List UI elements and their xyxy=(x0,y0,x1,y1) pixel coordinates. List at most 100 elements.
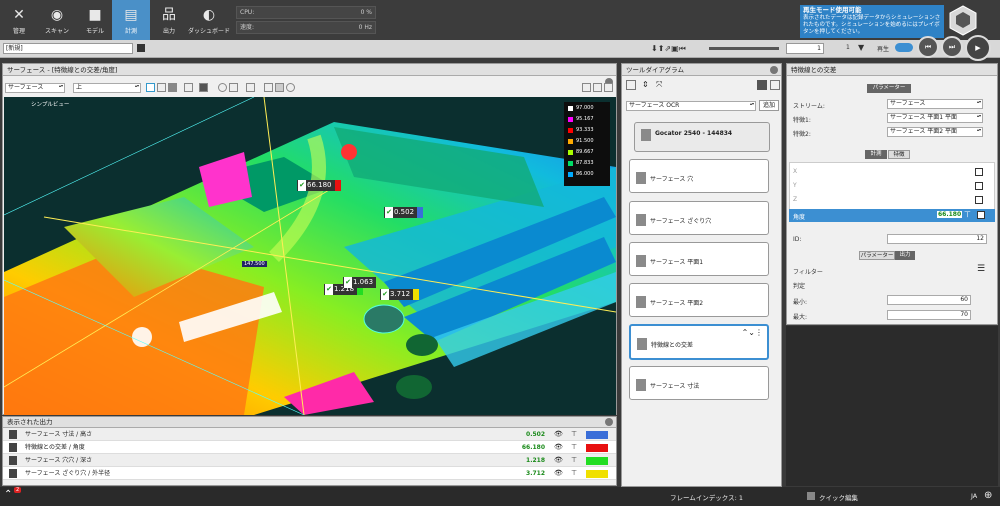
feature1-select[interactable]: サーフェース 平面1 平面 xyxy=(887,113,983,123)
pin-icon[interactable]: ⊤ xyxy=(571,441,577,454)
collapse-all-icon[interactable]: ⤧ xyxy=(656,80,662,90)
color-swatch[interactable] xyxy=(586,431,608,439)
heightmap-icon[interactable] xyxy=(146,83,155,92)
globe-icon[interactable]: ⊕ xyxy=(984,490,992,501)
quick-edit-checkbox[interactable] xyxy=(807,492,815,500)
save-icon[interactable] xyxy=(137,44,145,52)
eye-icon[interactable]: 👁 xyxy=(554,441,563,454)
settings-icon[interactable] xyxy=(229,83,238,92)
tool-node-selected[interactable]: 特徴線との交差 ⌃⌄⋮ xyxy=(629,324,769,360)
tab-parameters[interactable]: パラメーター xyxy=(867,84,911,93)
color-swatch[interactable] xyxy=(586,444,608,452)
job-select[interactable]: [新規] xyxy=(3,43,133,54)
frame-input[interactable]: 1 xyxy=(786,43,824,54)
rotate-icon[interactable] xyxy=(218,83,227,92)
toolbar-manage[interactable]: ✕ 管理 xyxy=(0,0,38,40)
z-checkbox[interactable] xyxy=(975,196,983,204)
viewer-view-select[interactable]: 上 xyxy=(73,83,141,93)
3d-icon[interactable] xyxy=(199,83,208,92)
measurement-angle[interactable]: ✔ 66.180 xyxy=(297,180,341,191)
output-row[interactable]: 特徴線との交差 / 角度 66.180 👁 ⊤ xyxy=(3,441,616,454)
rewind-icon[interactable]: ⏮ xyxy=(679,44,686,53)
collapse-icon[interactable] xyxy=(770,66,778,74)
play-button[interactable]: ▶ xyxy=(965,35,991,61)
profile-icon[interactable] xyxy=(246,83,255,92)
job-actions[interactable]: ⬇⬆⇗▣⏮ xyxy=(651,43,711,54)
max-input[interactable]: 70 xyxy=(887,310,971,320)
legend-entry: 93.333 xyxy=(564,125,610,135)
tool-node[interactable]: サーフェース 穴 xyxy=(629,159,769,193)
tool-source-select[interactable]: サーフェース OCR xyxy=(626,101,756,111)
hand-icon[interactable] xyxy=(264,83,273,92)
tab-feature[interactable]: 特徴 xyxy=(888,150,910,159)
step-back-button[interactable]: ⏮ xyxy=(917,36,939,58)
grid-icon[interactable] xyxy=(184,83,193,92)
feature2-select[interactable]: サーフェース 平面2 平面 xyxy=(887,127,983,137)
sensor-node[interactable]: Gocator 2540 - 144834 xyxy=(634,122,770,152)
min-input[interactable]: 60 xyxy=(887,295,971,305)
tool-icon xyxy=(637,338,647,350)
chevron-up-icon[interactable]: ⌃ xyxy=(4,489,12,500)
pin-icon[interactable]: ⊤ xyxy=(571,454,577,467)
output-row[interactable]: サーフェース 寸法 / 高さ 0.502 👁 ⊤ xyxy=(3,428,616,441)
eye-icon[interactable]: 👁 xyxy=(554,454,563,467)
angle-checkbox[interactable] xyxy=(977,211,985,219)
toolbar-scan[interactable]: ◉ スキャン xyxy=(38,0,76,40)
pin-icon[interactable]: ⊤ xyxy=(571,467,577,480)
toolbar-measure[interactable]: ▤ 計測 xyxy=(112,0,150,40)
language-label[interactable]: JA xyxy=(971,492,977,500)
alert-badge[interactable]: 2 xyxy=(14,487,22,493)
tool-node[interactable]: サーフェース 平面1 xyxy=(629,242,769,276)
3d-viewport[interactable]: シンプルビュー 147.500 xyxy=(4,97,616,415)
measurement-height[interactable]: ✔ 0.502 xyxy=(384,207,424,218)
toolbar-output[interactable]: 品出力 xyxy=(150,0,188,40)
step-forward-button[interactable]: ⏭ xyxy=(941,36,963,58)
measurement-radius[interactable]: ✔ 3.712 xyxy=(380,289,420,300)
x-checkbox[interactable] xyxy=(975,168,983,176)
stream-select[interactable]: サーフェース xyxy=(887,99,983,109)
sensor-icon xyxy=(641,129,651,141)
color-swatch[interactable] xyxy=(586,470,608,478)
overlay-icon[interactable] xyxy=(168,83,177,92)
list-icon[interactable]: ☰ xyxy=(977,264,985,274)
download-icon[interactable]: ⬇ xyxy=(651,44,658,53)
angle-row[interactable]: 角度 66.180 ⊤ xyxy=(789,209,995,222)
pin-icon[interactable]: ⊤ xyxy=(571,428,577,441)
intensity-icon[interactable] xyxy=(157,83,166,92)
replay-slider[interactable] xyxy=(709,47,779,50)
tab-sub-params[interactable]: パラメーター xyxy=(859,251,895,260)
save-replay-icon[interactable]: ▣ xyxy=(671,44,679,53)
tool-node[interactable]: サーフェース 寸法 xyxy=(629,366,769,400)
eye-icon[interactable]: 👁 xyxy=(554,428,563,441)
tool-node[interactable]: サーフェース ざぐり穴 xyxy=(629,201,769,235)
reorder-icon[interactable]: ⌃⌄⋮ xyxy=(742,328,763,337)
measure-tool-icon xyxy=(9,469,17,478)
snapshot-icon[interactable] xyxy=(593,83,602,92)
id-input[interactable]: 12 xyxy=(887,234,987,244)
tab-measure[interactable]: 計測 xyxy=(865,150,887,159)
tab-sub-output[interactable]: 出力 xyxy=(895,251,915,260)
play-toggle[interactable] xyxy=(895,43,913,52)
color-swatch[interactable] xyxy=(586,457,608,465)
expand-icon[interactable]: ⇕ xyxy=(642,80,649,89)
select-region-icon[interactable] xyxy=(275,83,284,92)
fullscreen-icon[interactable] xyxy=(604,83,613,92)
eye-icon[interactable]: 👁 xyxy=(554,467,563,480)
toolbar-model[interactable]: ■ モデル xyxy=(76,0,114,40)
measurement-aux[interactable]: ✔ 1.063 xyxy=(343,277,377,288)
add-tool-button[interactable]: 追加 xyxy=(759,100,779,111)
diagram-view-icon[interactable] xyxy=(757,80,767,90)
filter-icon[interactable]: ▼ xyxy=(858,43,864,52)
y-checkbox[interactable] xyxy=(975,182,983,190)
tool-node[interactable]: サーフェース 平面2 xyxy=(629,283,769,317)
output-row[interactable]: サーフェース ざぐり穴 / 外半径 3.712 👁 ⊤ xyxy=(3,467,616,480)
viewer-source-select[interactable]: サーフェース xyxy=(5,83,65,93)
list-view-icon[interactable] xyxy=(626,80,636,90)
toolbar-dashboard[interactable]: ◐ ダッシュボード xyxy=(188,0,230,40)
pin-icon[interactable]: ⊤ xyxy=(964,210,971,219)
zoom-icon[interactable] xyxy=(286,83,295,92)
link-icon[interactable] xyxy=(582,83,591,92)
list-view-2-icon[interactable] xyxy=(770,80,780,90)
output-row[interactable]: サーフェース 穴穴 / 深さ 1.218 👁 ⊤ xyxy=(3,454,616,467)
collapse-icon[interactable] xyxy=(605,418,613,426)
